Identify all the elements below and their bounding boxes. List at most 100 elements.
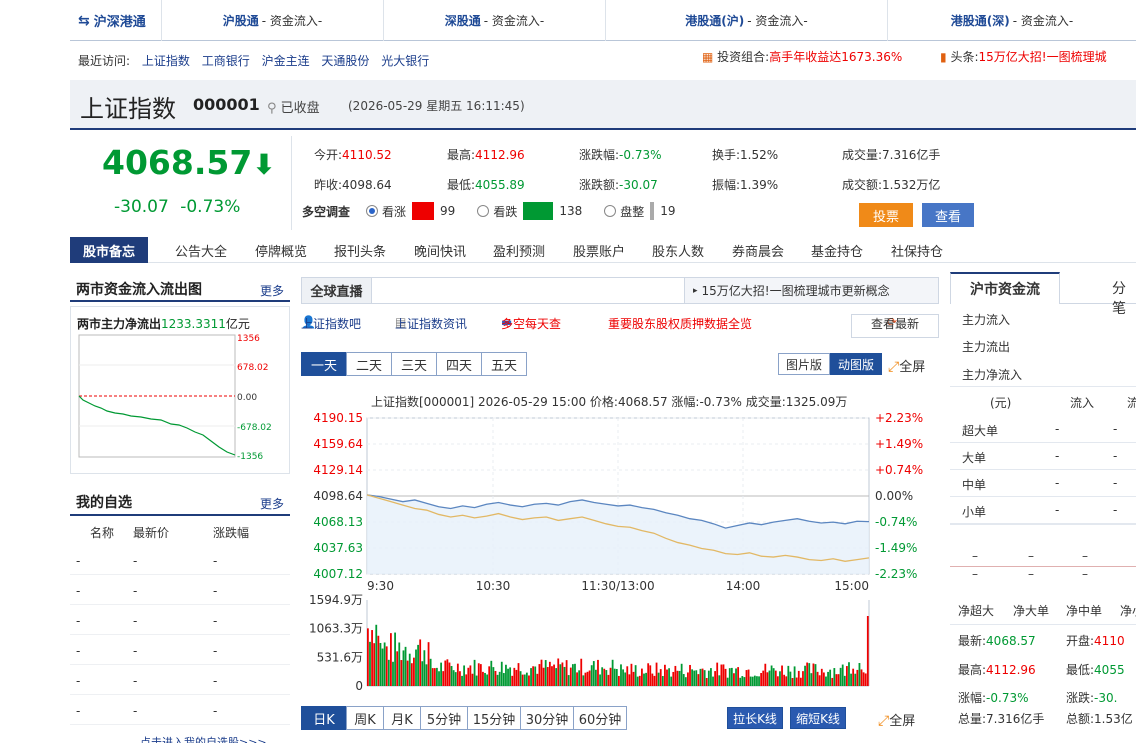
watchlist-more-link[interactable]: 更多 bbox=[260, 495, 284, 512]
right-latest: 最新:4068.57 bbox=[958, 634, 1036, 648]
hk-connect-logo[interactable]: ⇆ 沪深港通 bbox=[70, 0, 162, 41]
volume-bar bbox=[643, 673, 645, 686]
nav-item[interactable]: 股东人数 bbox=[652, 241, 704, 260]
portfolio-promo[interactable]: ▦ 投资组合:高手年收益达1673.36% bbox=[702, 48, 902, 65]
volume-bar bbox=[848, 662, 850, 686]
volume-bar bbox=[854, 673, 857, 686]
volume-bar bbox=[538, 664, 541, 686]
topbar-hk-sh-connect[interactable]: 港股通(沪) - 资金流入- bbox=[606, 0, 888, 41]
topbar-hk-sz-connect[interactable]: 港股通(深) - 资金流入- bbox=[888, 0, 1136, 41]
volume-bar bbox=[471, 673, 474, 686]
volume-bar bbox=[605, 670, 608, 686]
shrink-kline-button[interactable]: 缩短K线 bbox=[790, 707, 846, 729]
kline-tab[interactable]: 5分钟 bbox=[420, 706, 468, 730]
right-high: 最高:4112.96 bbox=[958, 663, 1036, 677]
volume-bar bbox=[864, 673, 867, 686]
refresh-button[interactable]: ⟳ 查看最新 bbox=[851, 314, 939, 338]
fundflow-more-link[interactable]: 更多 bbox=[260, 282, 284, 299]
nav-item[interactable]: 晚间快讯 bbox=[414, 241, 466, 260]
flow-table-cell: - bbox=[1055, 476, 1060, 490]
volume-bar bbox=[622, 669, 624, 686]
volume-tick: 531.6万 bbox=[317, 650, 363, 664]
volume-bar bbox=[423, 650, 426, 686]
survey-up-bar bbox=[412, 202, 435, 220]
survey-flat-radio[interactable] bbox=[604, 205, 617, 217]
right-amount: 总额:1.53亿 bbox=[1066, 712, 1133, 726]
recent-link[interactable]: 上证指数 bbox=[142, 54, 190, 68]
row-divider bbox=[950, 469, 1136, 470]
volume-bar bbox=[387, 659, 390, 686]
watchlist-enter-link[interactable]: 点击进入我的自选股>>> bbox=[140, 734, 267, 743]
headline-news[interactable]: ▮ 头条:15万亿大招!一图梳理城 bbox=[940, 48, 1107, 65]
volume-bar bbox=[448, 662, 451, 686]
volume-bar bbox=[396, 651, 399, 686]
tab-ticks[interactable]: 分笔 bbox=[1112, 278, 1136, 318]
volume-bar bbox=[751, 676, 754, 686]
watch-cell: - bbox=[213, 554, 218, 568]
kline-tab[interactable]: 15分钟 bbox=[467, 706, 521, 730]
pledge-data-link[interactable]: 重要股东股权质押数据全览 bbox=[608, 315, 752, 332]
nav-item[interactable]: 社保持仓 bbox=[891, 241, 943, 260]
kline-tab[interactable]: 周K bbox=[346, 706, 384, 730]
volume-bar bbox=[818, 675, 821, 686]
nav-item[interactable]: 券商晨会 bbox=[732, 241, 784, 260]
volume-bar bbox=[408, 653, 411, 686]
vote-button[interactable]: 投票 bbox=[859, 203, 913, 227]
period-tab[interactable]: 二天 bbox=[346, 352, 392, 376]
nav-item[interactable]: 基金持仓 bbox=[811, 241, 863, 260]
volume-bar bbox=[776, 676, 779, 686]
volume-tick: 1063.3万 bbox=[309, 622, 363, 636]
volume-bar bbox=[747, 669, 750, 686]
watch-cell: - bbox=[213, 704, 218, 718]
volume-bar bbox=[852, 668, 855, 686]
flow-label: 主力净流入 bbox=[962, 368, 1023, 382]
topbar-sz-connect[interactable]: 深股通 - 资金流入- bbox=[384, 0, 606, 41]
nav-item[interactable]: 停牌概览 bbox=[255, 241, 307, 260]
period-tab[interactable]: 一天 bbox=[301, 352, 347, 376]
y-left-tick: 4068.13 bbox=[313, 515, 363, 529]
animated-mode-button[interactable]: 动图版 bbox=[830, 353, 882, 375]
stat-volume: 成交量:7.316亿手 bbox=[842, 148, 941, 162]
volume-bar bbox=[833, 668, 836, 686]
nav-item[interactable]: 盈利预测 bbox=[493, 241, 545, 260]
flow-table-cell: - bbox=[1055, 503, 1060, 517]
kline-fullscreen-button[interactable]: ⤢全屏 bbox=[878, 710, 915, 729]
recent-link[interactable]: 天通股份 bbox=[321, 54, 369, 68]
fullscreen-button[interactable]: ⤢全屏 bbox=[888, 356, 925, 375]
tab-sh-fundflow[interactable]: 沪市资金流 bbox=[950, 272, 1060, 304]
divider bbox=[950, 386, 1136, 387]
volume-bar bbox=[638, 675, 641, 686]
volume-bar bbox=[400, 660, 403, 686]
volume-bar bbox=[741, 676, 744, 686]
watchlist-title: 我的自选 bbox=[76, 495, 132, 511]
period-tab[interactable]: 四天 bbox=[436, 352, 482, 376]
volume-bar bbox=[672, 671, 675, 686]
volume-bar bbox=[724, 668, 727, 686]
volume-bar bbox=[645, 672, 647, 686]
nav-item[interactable]: 股票账户 bbox=[573, 241, 625, 260]
kline-tab[interactable]: 30分钟 bbox=[520, 706, 574, 730]
recent-link[interactable]: 沪金主连 bbox=[262, 54, 310, 68]
volume-bar bbox=[695, 670, 698, 686]
kline-tab[interactable]: 60分钟 bbox=[573, 706, 627, 730]
image-mode-button[interactable]: 图片版 bbox=[778, 353, 830, 375]
live-news-link[interactable]: ▸ 15万亿大招!一图梳理城市更新概念 bbox=[684, 278, 938, 303]
bar-value: – bbox=[1082, 567, 1088, 581]
recent-link[interactable]: 光大银行 bbox=[381, 54, 429, 68]
volume-bar bbox=[415, 649, 417, 686]
volume-bar bbox=[808, 663, 811, 686]
kline-tab[interactable]: 日K bbox=[301, 706, 347, 730]
watch-cell: - bbox=[213, 584, 218, 598]
survey-down-radio[interactable] bbox=[477, 205, 490, 217]
period-tab[interactable]: 三天 bbox=[391, 352, 437, 376]
survey-up-radio[interactable] bbox=[366, 205, 379, 217]
period-tab[interactable]: 五天 bbox=[481, 352, 527, 376]
nav-item[interactable]: 公告大全 bbox=[175, 241, 227, 260]
nav-item[interactable]: 报刊头条 bbox=[334, 241, 386, 260]
topbar-sh-connect[interactable]: 沪股通 - 资金流入- bbox=[162, 0, 384, 41]
recent-link[interactable]: 工商银行 bbox=[202, 54, 250, 68]
view-results-button[interactable]: 查看 bbox=[922, 203, 974, 227]
volume-bar bbox=[429, 658, 432, 686]
stretch-kline-button[interactable]: 拉长K线 bbox=[727, 707, 783, 729]
kline-tab[interactable]: 月K bbox=[383, 706, 421, 730]
